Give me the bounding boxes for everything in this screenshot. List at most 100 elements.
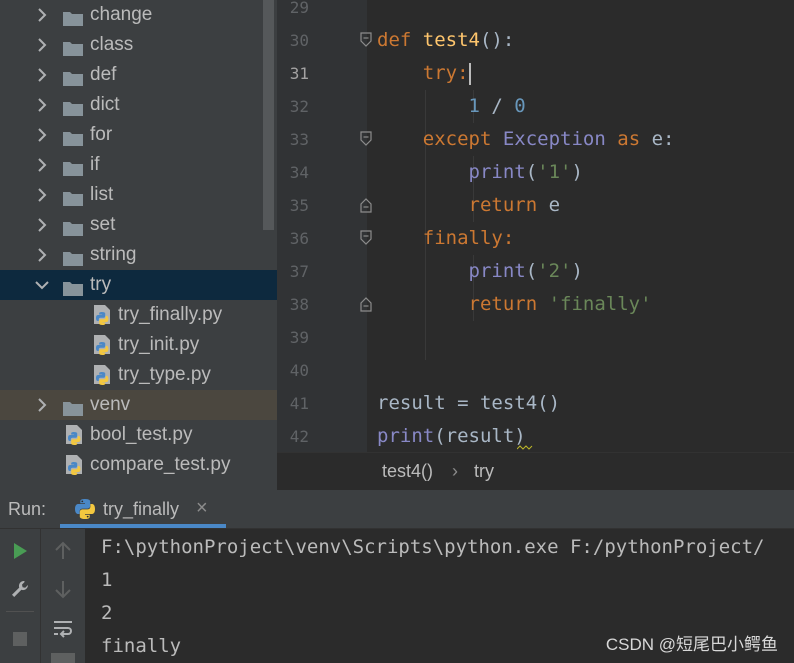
- code-text: (result): [434, 425, 526, 447]
- chevron-right-icon[interactable]: [34, 390, 50, 420]
- close-icon[interactable]: ×: [196, 497, 208, 520]
- code-line-34: print('1'): [377, 156, 583, 189]
- tree-item-try[interactable]: try: [0, 270, 277, 300]
- fold-open-icon[interactable]: [359, 131, 373, 147]
- code-line-32: 1 / 0: [377, 90, 526, 123]
- python-file-icon: [92, 334, 114, 356]
- tree-item-label: try: [90, 274, 112, 295]
- run-side-toolbar-secondary: [40, 529, 85, 663]
- keyword: return: [468, 194, 538, 216]
- chevron-right-icon[interactable]: [34, 120, 50, 150]
- folder-icon: [62, 7, 84, 26]
- tree-item-if[interactable]: if: [0, 150, 277, 180]
- text-caret: [468, 62, 471, 85]
- tree-item-class[interactable]: class: [0, 30, 277, 60]
- project-tree: change class def dict for if list set string try t…: [0, 0, 277, 490]
- chevron-right-icon[interactable]: [34, 0, 50, 30]
- soft-wrap-icon: [54, 621, 72, 638]
- tree-item-string[interactable]: string: [0, 240, 277, 270]
- builtin: print: [377, 425, 435, 447]
- run-tab[interactable]: try_finally ×: [60, 490, 226, 528]
- run-label: Run:: [8, 499, 47, 519]
- tree-item-list[interactable]: list: [0, 180, 277, 210]
- tree-item-bool-test-py[interactable]: bool_test.py: [0, 420, 277, 450]
- tree-item-set[interactable]: set: [0, 210, 277, 240]
- chevron-right-icon[interactable]: [34, 90, 50, 120]
- chevron-right-icon[interactable]: [34, 180, 50, 210]
- chevron-right-icon[interactable]: [34, 210, 50, 240]
- scroll-to-end-icon[interactable]: [51, 653, 75, 663]
- warning-squiggle: [517, 445, 533, 450]
- code-line-30: def test4():: [377, 24, 514, 57]
- tree-item-label: class: [90, 34, 134, 55]
- builtin: print: [468, 161, 526, 183]
- tree-item-def[interactable]: def: [0, 60, 277, 90]
- chevron-down-icon[interactable]: [34, 270, 50, 300]
- builtin: print: [468, 260, 526, 282]
- tree-item-label: venv: [90, 394, 131, 415]
- breadcrumb-block[interactable]: try: [474, 461, 494, 482]
- breadcrumb-function[interactable]: test4(): [382, 461, 433, 482]
- soft-wrap-button[interactable]: [49, 615, 77, 643]
- string-literal: '2': [537, 260, 572, 282]
- tree-item-change[interactable]: change: [0, 0, 277, 30]
- tree-item-label: string: [90, 244, 137, 265]
- scroll-down-button[interactable]: [49, 575, 77, 603]
- folder-icon: [62, 37, 84, 56]
- string-literal: 'finally': [548, 293, 652, 315]
- folder-icon: [62, 187, 84, 206]
- tree-scrollbar[interactable]: [263, 0, 274, 230]
- run-panel: Run: try_finally × F:\pythonProject\venv…: [0, 490, 794, 663]
- keyword: def: [377, 29, 412, 51]
- code-editor[interactable]: 29 30 31 32 33 34 35 36 37 38 39 40 41 42 def test4()…: [277, 0, 794, 490]
- folder-icon: [62, 97, 84, 116]
- tree-item-try-finally-py[interactable]: try_finally.py: [0, 300, 277, 330]
- stop-icon: [13, 632, 27, 646]
- tree-item-venv[interactable]: venv: [0, 390, 277, 420]
- tree-item-label: for: [90, 124, 113, 145]
- code-line-42: print(result): [377, 420, 526, 453]
- code-line-33: except Exception as e:: [377, 123, 675, 156]
- line-number: 33: [289, 130, 309, 149]
- watermark: CSDN @短尾巴小鳄鱼: [605, 635, 778, 654]
- number-literal: 1: [468, 95, 480, 117]
- tree-item-try-init-py[interactable]: try_init.py: [0, 330, 277, 360]
- breadcrumb: test4() › try: [277, 452, 794, 490]
- code-line-37: print('2'): [377, 255, 583, 288]
- chevron-right-icon[interactable]: [34, 150, 50, 180]
- chevron-right-icon[interactable]: [34, 240, 50, 270]
- rerun-button[interactable]: [6, 537, 34, 565]
- python-file-icon: [92, 304, 114, 326]
- scroll-up-button[interactable]: [49, 537, 77, 565]
- fold-open-icon[interactable]: [359, 230, 373, 246]
- console-output-line: F:\pythonProject\venv\Scripts\python.exe…: [101, 536, 765, 558]
- line-number: 39: [289, 328, 309, 347]
- arrow-up-icon: [55, 541, 71, 559]
- folder-icon: [62, 217, 84, 236]
- line-number: 41: [289, 394, 309, 413]
- folder-icon: [62, 157, 84, 176]
- arrow-down-icon: [55, 581, 71, 599]
- tree-item-try-type-py[interactable]: try_type.py: [0, 360, 277, 390]
- stop-button[interactable]: [6, 625, 34, 653]
- code-text: ():: [479, 29, 515, 51]
- line-number: 42: [289, 427, 309, 446]
- python-file-icon: [64, 454, 86, 476]
- tree-item-compare-test-py[interactable]: compare_test.py: [0, 450, 277, 480]
- run-tab-underline: [60, 524, 226, 528]
- tree-item-label: try_type.py: [118, 364, 211, 385]
- fold-end-icon[interactable]: [359, 296, 373, 312]
- settings-button[interactable]: [6, 575, 34, 603]
- line-number: 29: [289, 0, 309, 17]
- run-side-toolbar: [0, 529, 40, 663]
- run-header: Run: try_finally ×: [0, 490, 794, 529]
- tree-item-for[interactable]: for: [0, 120, 277, 150]
- code-text: ): [571, 260, 583, 282]
- code-line-41: result = test4(): [377, 387, 560, 420]
- tree-item-dict[interactable]: dict: [0, 90, 277, 120]
- chevron-right-icon[interactable]: [34, 30, 50, 60]
- line-number: 30: [289, 31, 309, 50]
- fold-open-icon[interactable]: [359, 32, 373, 48]
- fold-end-icon[interactable]: [359, 197, 373, 213]
- chevron-right-icon[interactable]: [34, 60, 50, 90]
